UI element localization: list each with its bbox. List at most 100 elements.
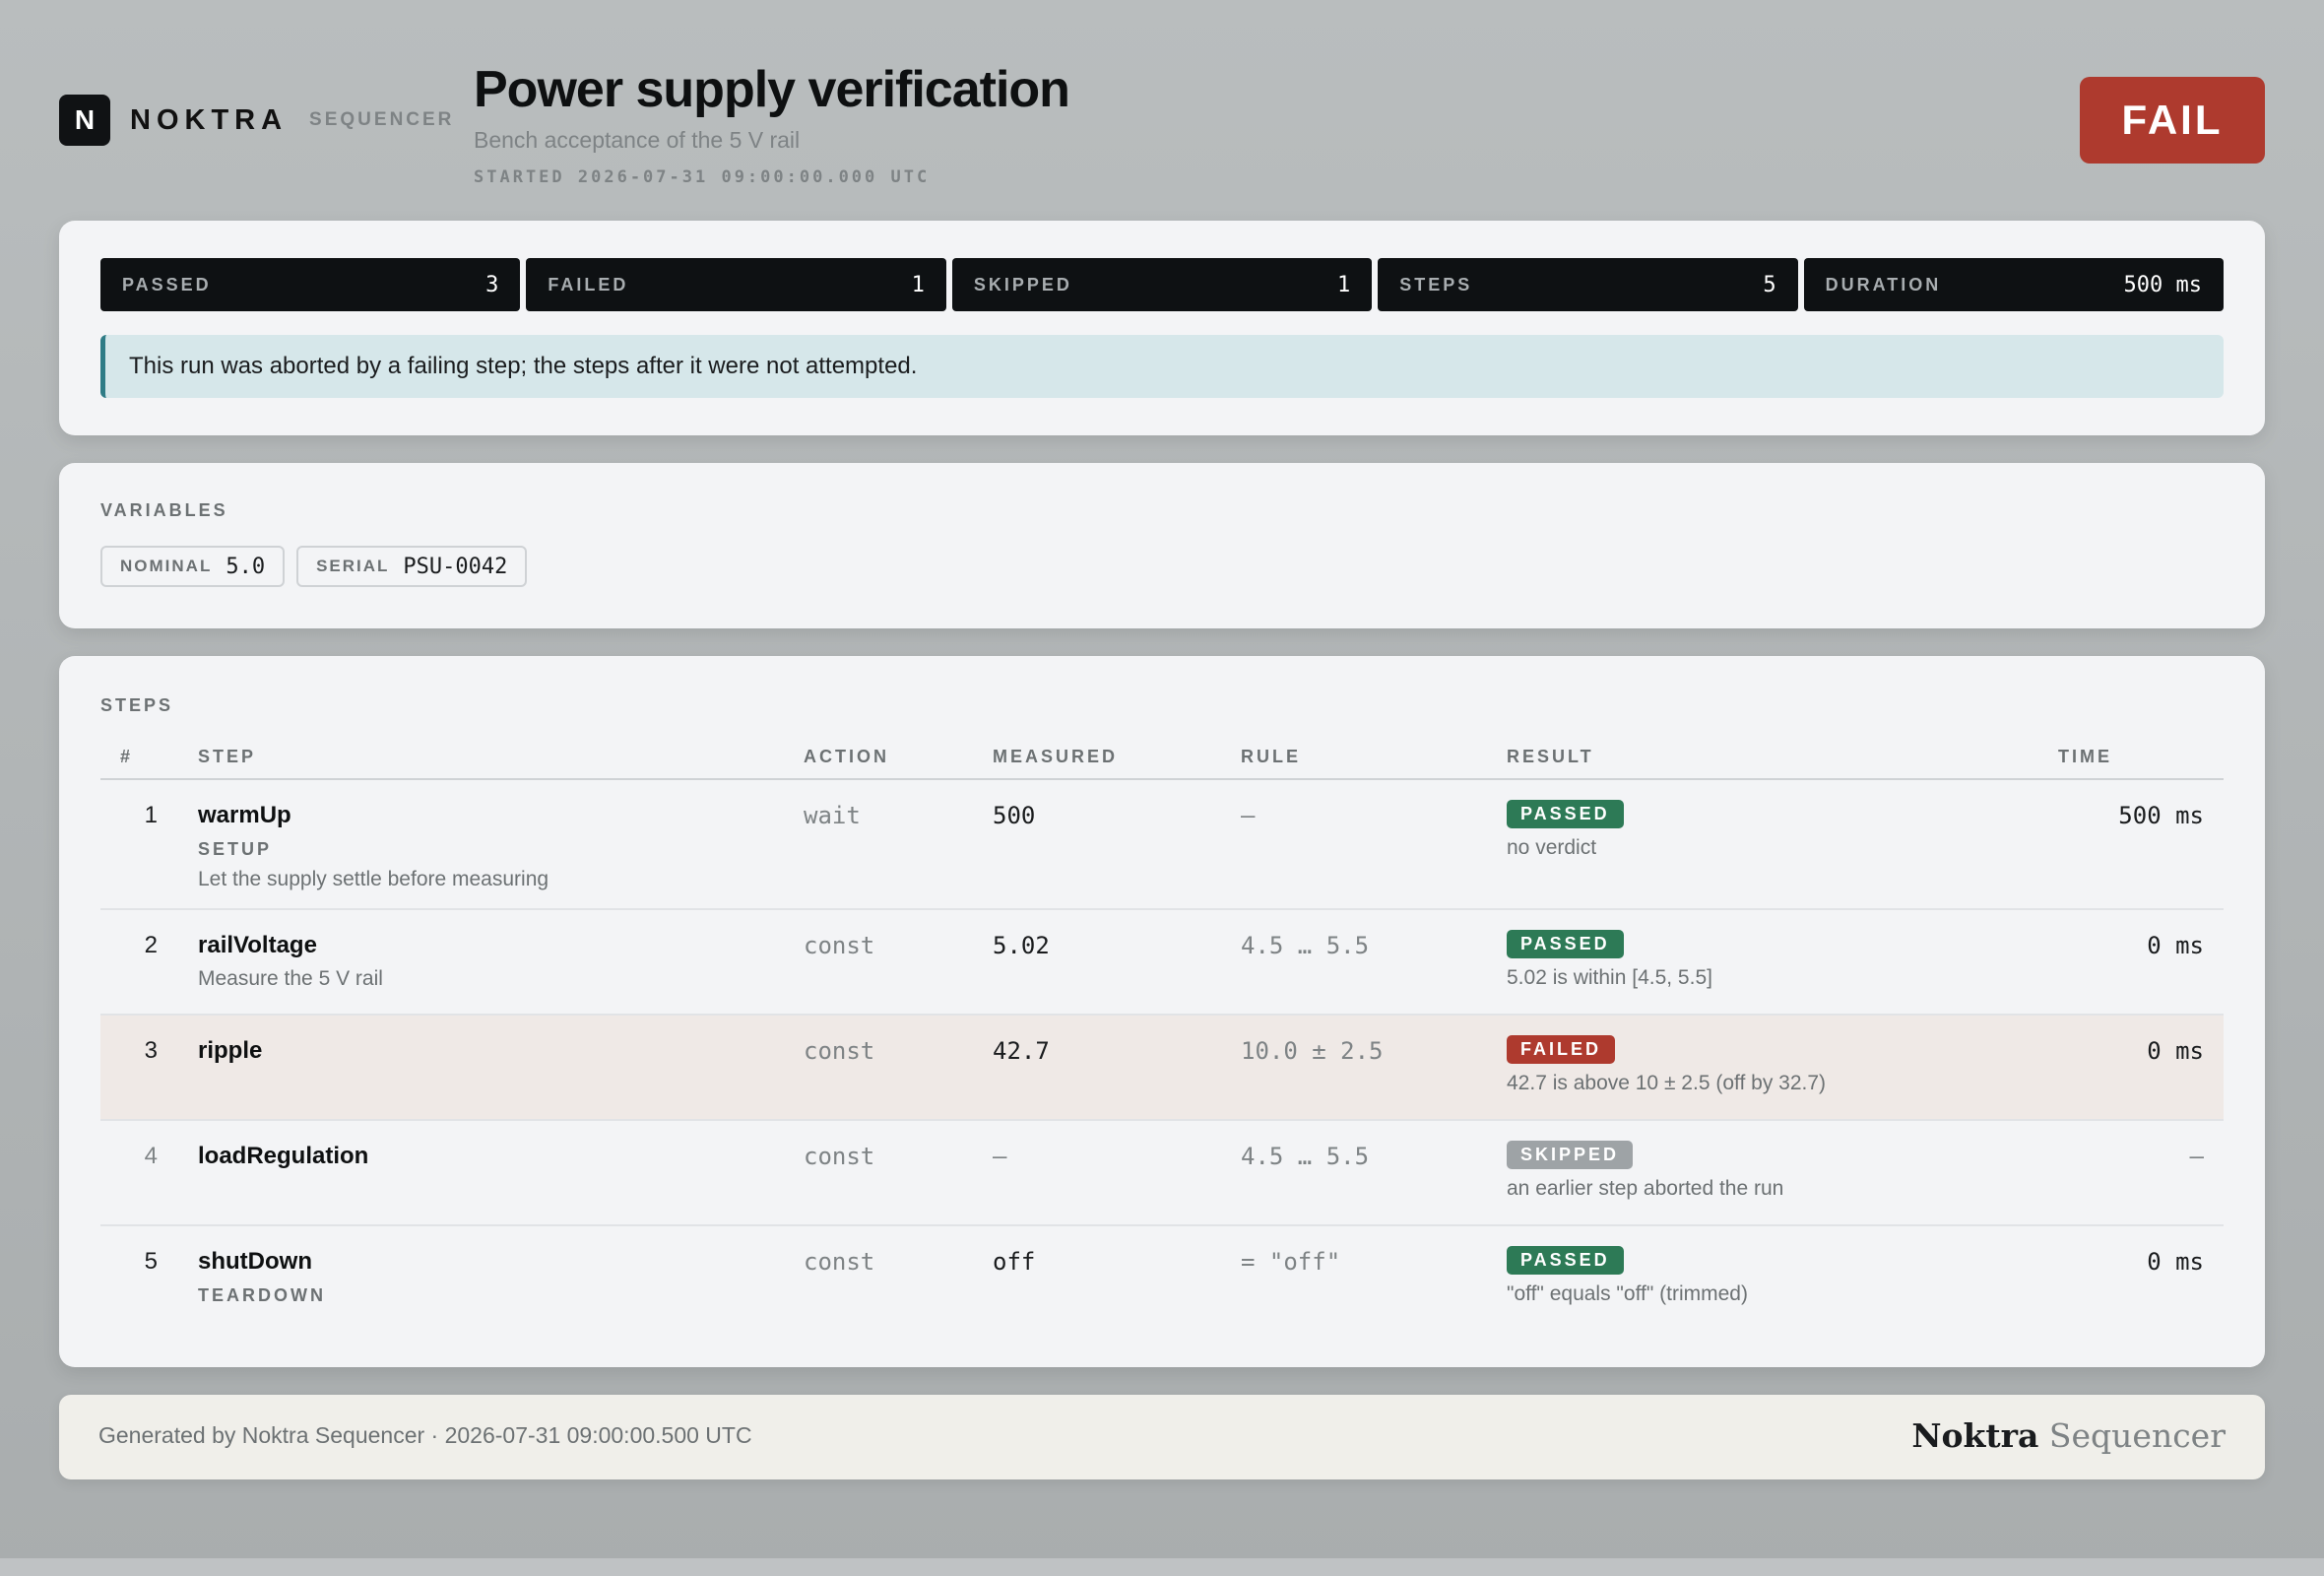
report-footer: Generated by Noktra Sequencer · 2026-07-… (59, 1395, 2265, 1479)
stat-label: STEPS (1399, 274, 1473, 295)
table-row: 4 loadRegulation const — 4.5 … 5.5 SKIPP… (100, 1121, 2224, 1226)
step-action: const (804, 1248, 875, 1276)
step-tag: TEARDOWN (198, 1285, 326, 1305)
summary-card: PASSED 3 FAILED 1 SKIPPED 1 STEPS 5 DURA… (59, 221, 2265, 435)
steps-table: # STEP ACTION MEASURED RULE RESULT TIME … (100, 739, 2224, 1335)
col-measured: MEASURED (993, 747, 1119, 766)
status-badge: PASSED (1507, 930, 1624, 958)
step-rule: 10.0 ± 2.5 (1241, 1037, 1384, 1065)
step-time: 500 ms (2118, 802, 2204, 829)
col-rule: RULE (1241, 747, 1301, 766)
step-measured: off (993, 1248, 1036, 1276)
table-row: 5 shutDown TEARDOWN const off = "off" PA… (100, 1226, 2224, 1335)
footer-brand-main: Noktra (1911, 1416, 2039, 1455)
step-description: Measure the 5 V rail (198, 967, 383, 990)
step-action: const (804, 1037, 875, 1065)
step-measured: — (993, 1143, 1007, 1170)
stats-bar: PASSED 3 FAILED 1 SKIPPED 1 STEPS 5 DURA… (100, 258, 2225, 311)
page-title: Power supply verification (474, 61, 1070, 118)
step-measured: 42.7 (993, 1037, 1050, 1065)
step-result: PASSED no verdict (1507, 800, 1624, 860)
step-cell: shutDown TEARDOWN (198, 1248, 326, 1306)
steps-label: STEPS (100, 695, 174, 715)
stat-label: DURATION (1825, 274, 1942, 295)
status-badge: PASSED (1507, 1246, 1624, 1275)
variable-key: SERIAL (316, 557, 390, 575)
brand-logo: N NOKTRA SEQUENCER (59, 95, 454, 146)
step-cell: warmUp SETUP Let the supply settle befor… (198, 802, 549, 891)
step-number: 5 (144, 1248, 158, 1275)
footer-brand: Noktra Sequencer (1911, 1416, 2226, 1455)
stat-value: 1 (911, 272, 925, 297)
step-action: const (804, 932, 875, 959)
step-result: PASSED 5.02 is within [4.5, 5.5] (1507, 930, 1712, 990)
abort-notice: This run was aborted by a failing step; … (100, 335, 2224, 398)
step-name: warmUp (198, 802, 291, 828)
result-note: no verdict (1507, 836, 1597, 859)
step-measured: 5.02 (993, 932, 1050, 959)
stat-skipped: SKIPPED 1 (951, 258, 1373, 311)
status-badge: SKIPPED (1507, 1141, 1634, 1169)
stat-value: 3 (485, 272, 499, 297)
step-cell: railVoltage Measure the 5 V rail (198, 932, 383, 991)
status-badge: PASSED (1507, 800, 1624, 828)
stat-label: PASSED (122, 274, 212, 295)
step-rule: 4.5 … 5.5 (1241, 932, 1370, 959)
step-cell: loadRegulation (198, 1143, 368, 1170)
col-num: # (120, 747, 134, 766)
variable-chip-nominal: NOMINAL 5.0 (100, 546, 286, 587)
brand-name: NOKTRA (130, 103, 289, 136)
step-number: 3 (144, 1037, 158, 1064)
steps-card: STEPS # STEP ACTION MEASURED RULE RESULT… (59, 656, 2265, 1367)
step-description: Let the supply settle before measuring (198, 868, 549, 890)
step-name: shutDown (198, 1248, 312, 1275)
col-action: ACTION (804, 747, 889, 766)
stat-value: 5 (1763, 272, 1776, 297)
step-time: 0 ms (2147, 1037, 2204, 1065)
stat-label: FAILED (548, 274, 629, 295)
result-note: "off" equals "off" (trimmed) (1507, 1282, 1748, 1305)
step-rule: — (1241, 802, 1256, 829)
step-time: 0 ms (2147, 932, 2204, 959)
variable-key: NOMINAL (120, 557, 213, 575)
step-action: wait (804, 802, 861, 829)
step-time: — (2189, 1143, 2204, 1170)
result-note: 42.7 is above 10 ± 2.5 (off by 32.7) (1507, 1072, 1827, 1094)
stat-label: SKIPPED (973, 274, 1072, 295)
status-badge: FAILED (1507, 1035, 1616, 1064)
variable-value: PSU-0042 (403, 554, 508, 579)
variables-label: VARIABLES (100, 500, 228, 520)
title-block: Power supply verification Bench acceptan… (474, 59, 1070, 187)
step-rule: 4.5 … 5.5 (1241, 1143, 1370, 1170)
step-number: 4 (144, 1143, 158, 1169)
variable-chips: NOMINAL 5.0 SERIAL PSU-0042 (100, 546, 528, 587)
step-name: railVoltage (198, 932, 317, 958)
result-note: an earlier step aborted the run (1507, 1177, 1784, 1200)
col-time: TIME (2058, 747, 2112, 766)
step-action: const (804, 1143, 875, 1170)
table-row: 1 warmUp SETUP Let the supply settle bef… (100, 780, 2224, 910)
step-measured: 500 (993, 802, 1036, 829)
step-result: PASSED "off" equals "off" (trimmed) (1507, 1246, 1748, 1306)
step-result: SKIPPED an earlier step aborted the run (1507, 1141, 1783, 1201)
stat-value: 500 ms (2123, 272, 2203, 297)
footer-text: Generated by Noktra Sequencer · 2026-07-… (98, 1422, 752, 1448)
table-row: 2 railVoltage Measure the 5 V rail const… (100, 910, 2224, 1016)
step-number: 2 (144, 932, 158, 958)
step-name: loadRegulation (198, 1143, 369, 1169)
brand-mark-icon: N (59, 95, 110, 146)
step-number: 1 (144, 802, 158, 828)
variables-card: VARIABLES NOMINAL 5.0 SERIAL PSU-0042 (59, 463, 2265, 628)
stat-duration: DURATION 500 ms (1803, 258, 2225, 311)
verdict-badge: FAIL (2080, 77, 2265, 164)
page-subtitle: Bench acceptance of the 5 V rail (474, 127, 801, 153)
step-rule: = "off" (1241, 1248, 1341, 1276)
col-result: RESULT (1507, 747, 1594, 766)
step-time: 0 ms (2147, 1248, 2204, 1276)
result-note: 5.02 is within [4.5, 5.5] (1507, 966, 1712, 989)
stat-value: 1 (1336, 272, 1351, 297)
step-name: ripple (198, 1037, 263, 1064)
footer-brand-sub: Sequencer (2048, 1416, 2226, 1455)
step-result: FAILED 42.7 is above 10 ± 2.5 (off by 32… (1507, 1035, 1826, 1095)
variable-value: 5.0 (226, 554, 266, 579)
